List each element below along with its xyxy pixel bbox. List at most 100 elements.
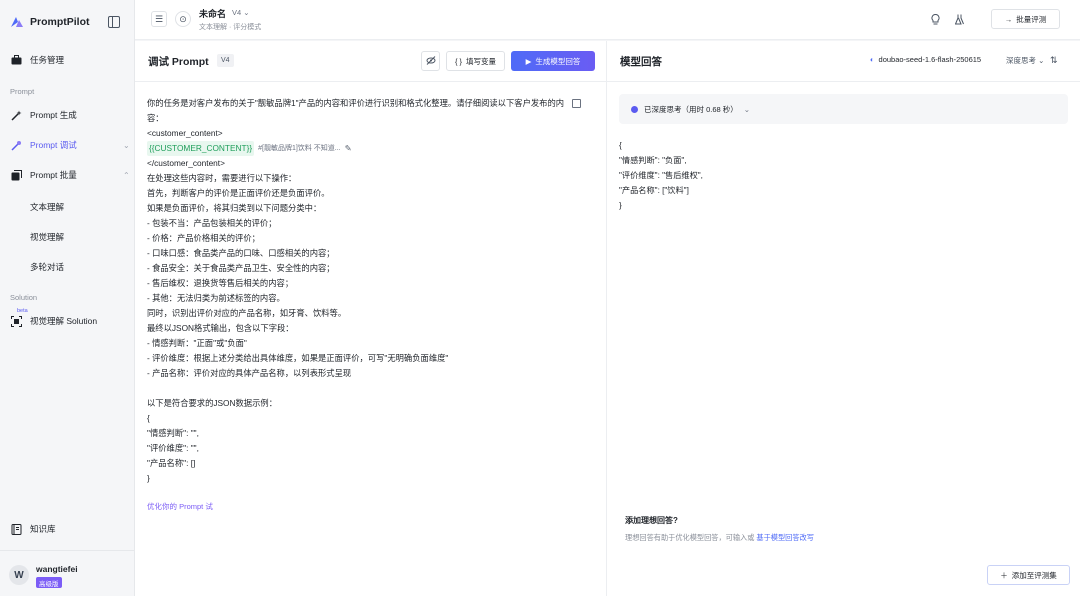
doc-version: V4: [232, 8, 242, 17]
sidebar-item-prompt-generate[interactable]: Prompt 生成: [10, 106, 77, 124]
rewrite-from-answer-link[interactable]: 基于模型回答改写: [756, 533, 814, 542]
generate-answer-label: 生成模型回答: [535, 56, 581, 66]
editor-version-badge: V4: [217, 54, 234, 67]
thinking-status[interactable]: 已深度思考（用时 0.68 秒） ⌄: [619, 94, 1068, 124]
prompt-line: "情感判断": "",: [147, 428, 199, 438]
sidebar-item-vision-solution[interactable]: 视觉理解 Solution: [10, 312, 97, 330]
prompt-line: 以下是符合要求的JSON数据示例：: [147, 398, 277, 408]
sidebar-item-label: Prompt 生成: [30, 110, 77, 120]
prompt-line: - 价格：产品价格相关的评价；: [147, 233, 260, 243]
answer-line: "评价维度": "售后维权",: [619, 171, 703, 180]
sidebar-subitem-text[interactable]: 文本理解: [30, 201, 64, 213]
user-name: wangtiefei: [36, 564, 78, 574]
prompt-line: - 口味口感：食品类产品的口味、口感相关的内容；: [147, 248, 335, 258]
variable-preview: #[靓敏品牌1]饮料 不知道...: [258, 145, 341, 152]
avatar[interactable]: W: [9, 565, 29, 585]
prompt-line: - 食品安全：关于食品类产品卫生、安全性的内容；: [147, 263, 335, 273]
think-mode-select[interactable]: 深度思考 ⌄: [1006, 55, 1044, 66]
prompt-line: }: [147, 473, 150, 483]
editor-title: 调试 Prompt: [148, 56, 209, 68]
add-to-eval-set-button[interactable]: ＋ 添加至评测集: [987, 565, 1070, 585]
divider: [135, 81, 606, 82]
user-profile[interactable]: W wangtiefei 高级版: [0, 550, 135, 596]
variable-row: {{CUSTOMER_CONTENT}} #[靓敏品牌1]饮料 不知道... ✎: [147, 141, 587, 156]
prompt-line: 容：: [147, 113, 164, 123]
arrow-right-icon: →: [1004, 14, 1013, 24]
prompt-line: - 情感判断："正面"或"负面": [147, 338, 247, 348]
sidebar-subitem-multiturn[interactable]: 多轮对话: [30, 261, 64, 273]
top-bar: ☰ ⊙ 未命名 V4 ⌄ 文本理解 · 评分模式 → 批量评测: [135, 0, 1080, 40]
view-toggle-button[interactable]: [421, 51, 440, 71]
prompt-line: "产品名称": []: [147, 458, 196, 468]
sidebar-item-prompt-batch[interactable]: Prompt 批量 ⌃: [10, 166, 130, 184]
sidebar-item-knowledge[interactable]: 知识库: [10, 520, 56, 538]
briefcase-icon: [10, 54, 22, 66]
answer-line: {: [619, 141, 622, 150]
sidebar-item-label: 任务管理: [30, 55, 65, 65]
optimize-prompt-link[interactable]: 优化你的 Prompt 试: [147, 501, 213, 512]
doc-version-select[interactable]: V4 ⌄: [232, 8, 250, 17]
play-icon: ▶: [525, 56, 532, 66]
sidebar: PromptPilot 任务管理 Prompt Prompt 生成 Prompt…: [0, 0, 135, 596]
menu-icon[interactable]: ☰: [151, 11, 167, 27]
prompt-editor-panel: 调试 Prompt V4 { } 填写变量 ▶ 生成模型回答 你的任务是对客户发…: [135, 41, 607, 596]
generate-answer-button[interactable]: ▶ 生成模型回答: [511, 51, 595, 71]
prompt-line: 如果是负面评价，将其归类到以下问题分类中：: [147, 203, 322, 213]
flask-icon[interactable]: [954, 13, 966, 25]
batch-eval-button[interactable]: → 批量评测: [991, 9, 1060, 29]
ideal-answer-hint: 理想回答有助于优化模型回答，可输入或 基于模型回答改写: [625, 533, 814, 543]
chevron-down-icon: ⌄: [123, 140, 130, 150]
doc-subtitle: 文本理解 · 评分模式: [199, 24, 262, 31]
think-mode-label: 深度思考: [1006, 56, 1036, 65]
prompt-line: - 产品名称：评价对应的具体产品名称，以列表形式呈现: [147, 368, 352, 378]
debug-icon: [10, 139, 22, 151]
doc-title[interactable]: 未命名: [199, 7, 226, 20]
prompt-line: [147, 381, 587, 396]
variable-chip[interactable]: {{CUSTOMER_CONTENT}}: [147, 141, 255, 156]
prompt-line: 你的任务是对客户发布的关于"靓敏品牌1"产品的内容和评价进行识别和格式化整理。请…: [147, 98, 565, 108]
brand-name: PromptPilot: [30, 16, 90, 28]
fill-variables-button[interactable]: { } 填写变量: [446, 51, 505, 71]
model-answer-panel: 模型回答 ◐ doubao-seed-1.6-flash-250615 深度思考…: [607, 41, 1080, 596]
divider: [607, 81, 1080, 82]
brand[interactable]: PromptPilot: [10, 14, 90, 30]
edit-pencil-icon[interactable]: ✎: [345, 141, 352, 156]
sidebar-item-label: Prompt 调试: [30, 140, 77, 150]
chevron-down-icon: ⌄: [1038, 56, 1045, 65]
book-icon: [10, 523, 22, 535]
sidebar-item-prompt-debug[interactable]: Prompt 调试 ⌄: [10, 136, 130, 154]
sidebar-item-task-manage[interactable]: 任务管理: [10, 51, 64, 69]
prompt-line: - 评价维度：根据上述分类给出具体维度，如果是正面评价，可写"无明确负面维度": [147, 353, 449, 363]
chevron-down-icon: ⌄: [243, 8, 250, 17]
fill-variables-label: 填写变量: [466, 56, 497, 66]
thinking-status-text: 已深度思考（用时 0.68 秒）: [644, 104, 738, 114]
prompt-line: - 其他：无法归类为前述标签的内容。: [147, 293, 285, 303]
model-select[interactable]: ◐ doubao-seed-1.6-flash-250615: [870, 55, 981, 64]
sidebar-subitem-vision[interactable]: 视觉理解: [30, 231, 64, 243]
add-to-eval-set-label: 添加至评测集: [1011, 570, 1057, 580]
chevron-up-icon: ⌃: [123, 170, 130, 180]
thinking-icon: [631, 105, 638, 113]
prompt-line: 同时，识别出评价对应的产品名称，如牙膏、饮料等。: [147, 308, 347, 318]
model-logo-icon: ◐: [870, 55, 875, 64]
logo-icon: [11, 17, 23, 27]
prompt-line: {: [147, 413, 150, 423]
settings-sliders-icon[interactable]: ⇅: [1050, 55, 1058, 66]
prompt-line: 首先，判断客户的评价是正面评价还是负面评价。: [147, 188, 330, 198]
settings-circle-icon[interactable]: ⊙: [175, 11, 191, 27]
prompt-line: - 售后维权：退换货等售后相关的内容；: [147, 278, 294, 288]
ideal-answer-title: 添加理想回答?: [625, 516, 678, 525]
app-root: PromptPilot 任务管理 Prompt Prompt 生成 Prompt…: [0, 0, 1080, 596]
prompt-line: 最终以JSON格式输出，包含以下字段：: [147, 323, 294, 333]
lightbulb-icon[interactable]: [929, 13, 941, 25]
eye-slash-icon: [426, 55, 436, 67]
sidebar-item-label: 知识库: [30, 524, 56, 534]
sidebar-collapse-icon[interactable]: [108, 16, 120, 28]
batch-eval-label: 批量评测: [1016, 14, 1047, 24]
prompt-textarea[interactable]: 你的任务是对客户发布的关于"靓敏品牌1"产品的内容和评价进行识别和格式化整理。请…: [147, 96, 587, 486]
chevron-down-icon: ⌄: [743, 104, 751, 114]
batch-icon: [10, 169, 22, 181]
model-name: doubao-seed-1.6-flash-250615: [878, 55, 982, 64]
braces-icon: { }: [454, 56, 463, 66]
answer-line: "情感判断": "负面",: [619, 156, 687, 165]
